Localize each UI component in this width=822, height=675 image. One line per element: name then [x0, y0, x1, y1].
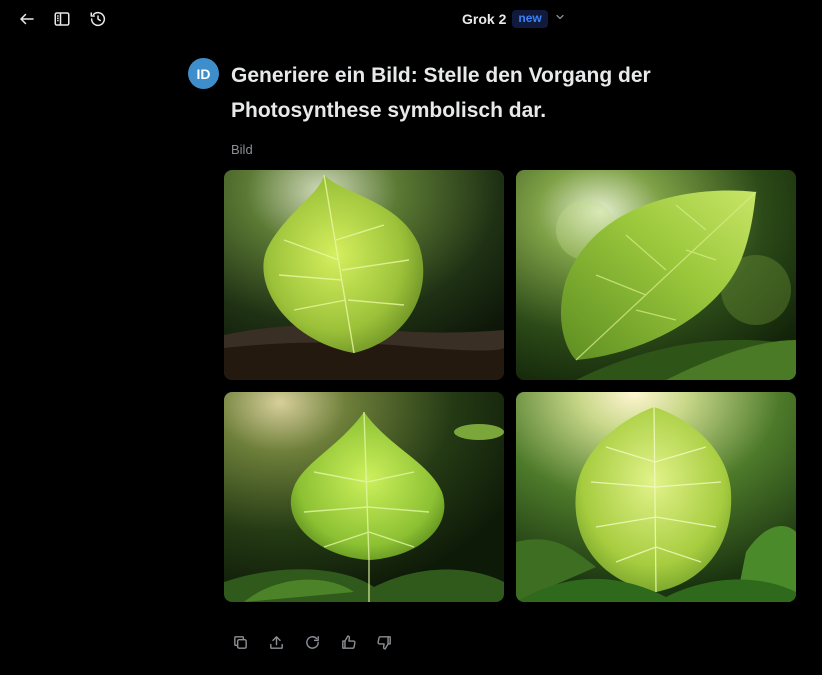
model-selector[interactable]: Grok 2 new: [462, 10, 566, 28]
model-name: Grok 2: [462, 11, 507, 27]
back-arrow-icon[interactable]: [16, 8, 38, 30]
prompt-text: Generiere ein Bild: Stelle den Vorgang d…: [231, 64, 651, 122]
generated-image-4[interactable]: [516, 392, 796, 602]
chevron-down-icon[interactable]: [554, 10, 566, 28]
generated-image-2[interactable]: [516, 170, 796, 380]
new-badge: new: [512, 10, 548, 28]
result-label: Bild: [231, 142, 253, 157]
history-icon[interactable]: [87, 8, 109, 30]
generated-image-3[interactable]: [224, 392, 504, 602]
user-avatar: ID: [188, 58, 219, 89]
thumbs-up-icon[interactable]: [338, 632, 358, 652]
sidebar-toggle-icon[interactable]: [51, 8, 73, 30]
top-bar: Grok 2 new: [0, 0, 822, 38]
copy-icon[interactable]: [230, 632, 250, 652]
share-icon[interactable]: [266, 632, 286, 652]
regenerate-icon[interactable]: [302, 632, 322, 652]
thumbs-down-icon[interactable]: [374, 632, 394, 652]
generated-image-1[interactable]: [224, 170, 504, 380]
